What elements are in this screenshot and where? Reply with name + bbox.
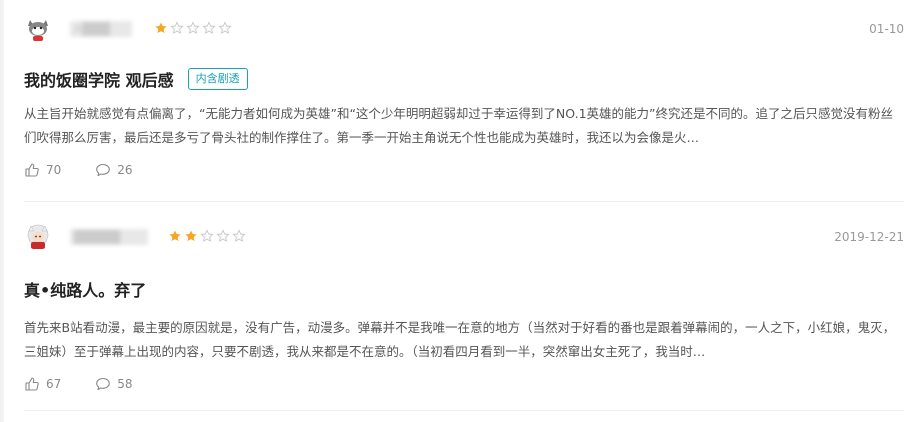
comment-button[interactable]: 58 xyxy=(95,376,133,392)
like-count: 67 xyxy=(46,377,62,391)
review-title-row: 我的饭圈学院 观后感 内含剧透 xyxy=(24,64,904,94)
comment-button[interactable]: 26 xyxy=(95,162,133,178)
star-empty-icon xyxy=(202,21,216,34)
like-button[interactable]: 67 xyxy=(24,376,61,392)
avatar[interactable] xyxy=(24,14,52,42)
comment-count: 58 xyxy=(117,377,133,391)
star-empty-icon xyxy=(216,229,230,242)
like-count: 70 xyxy=(46,163,62,177)
star-empty-icon xyxy=(170,21,184,34)
star-filled-icon xyxy=(185,230,197,242)
left-border xyxy=(0,0,4,422)
review-header: A███ 01-10 xyxy=(24,14,904,46)
thumbs-up-icon xyxy=(25,163,39,177)
review-actions: 67 58 xyxy=(24,374,904,394)
star-rating xyxy=(168,229,246,245)
review-title[interactable]: 真•纯路人。弃了 xyxy=(24,277,146,301)
review-date: 2019-12-21 xyxy=(834,230,904,244)
review-card: A███ 01-10 我的饭圈学院 观后感 内含剧透 从主旨开始就感觉有点偏离了… xyxy=(24,14,904,180)
star-empty-icon xyxy=(218,21,232,34)
review-title[interactable]: 我的饭圈学院 观后感 xyxy=(24,67,174,91)
thumbs-up-icon xyxy=(25,377,39,391)
comment-count: 26 xyxy=(117,163,133,177)
username[interactable]: A███ xyxy=(70,21,132,37)
avatar[interactable] xyxy=(24,222,52,250)
review-title-row: 真•纯路人。弃了 xyxy=(24,274,904,304)
character-avatar-icon xyxy=(24,222,52,250)
review-body[interactable]: 从主旨开始就感觉有点偏离了，“无能力者如何成为英雄”和“这个少年明明超弱却过于幸… xyxy=(24,102,904,150)
review-header: █████ 2019-12-21 xyxy=(24,222,904,254)
star-filled-icon xyxy=(155,22,167,34)
spoiler-tag: 内含剧透 xyxy=(187,68,248,90)
star-empty-icon xyxy=(186,21,200,34)
username[interactable]: █████ xyxy=(70,229,148,245)
star-empty-icon xyxy=(200,229,214,242)
review-actions: 70 26 xyxy=(24,160,904,180)
comment-bubble-icon xyxy=(96,163,111,177)
star-filled-icon xyxy=(169,230,181,242)
review-divider xyxy=(24,201,904,202)
star-rating xyxy=(154,21,232,37)
comment-bubble-icon xyxy=(96,377,111,391)
star-empty-icon xyxy=(232,229,246,242)
like-button[interactable]: 70 xyxy=(24,162,61,178)
review-date: 01-10 xyxy=(869,22,904,36)
review-card: █████ 2019-12-21 真•纯路人。弃了 首先来B站看动漫，最主要的原… xyxy=(24,222,904,394)
reviews-page: A███ 01-10 我的饭圈学院 观后感 内含剧透 从主旨开始就感觉有点偏离了… xyxy=(0,0,917,422)
review-body[interactable]: 首先来B站看动漫，最主要的原因就是，没有广告，动漫多。弹幕并不是我唯一在意的地方… xyxy=(24,316,904,364)
cat-avatar-icon xyxy=(24,14,52,42)
review-divider xyxy=(24,410,904,411)
